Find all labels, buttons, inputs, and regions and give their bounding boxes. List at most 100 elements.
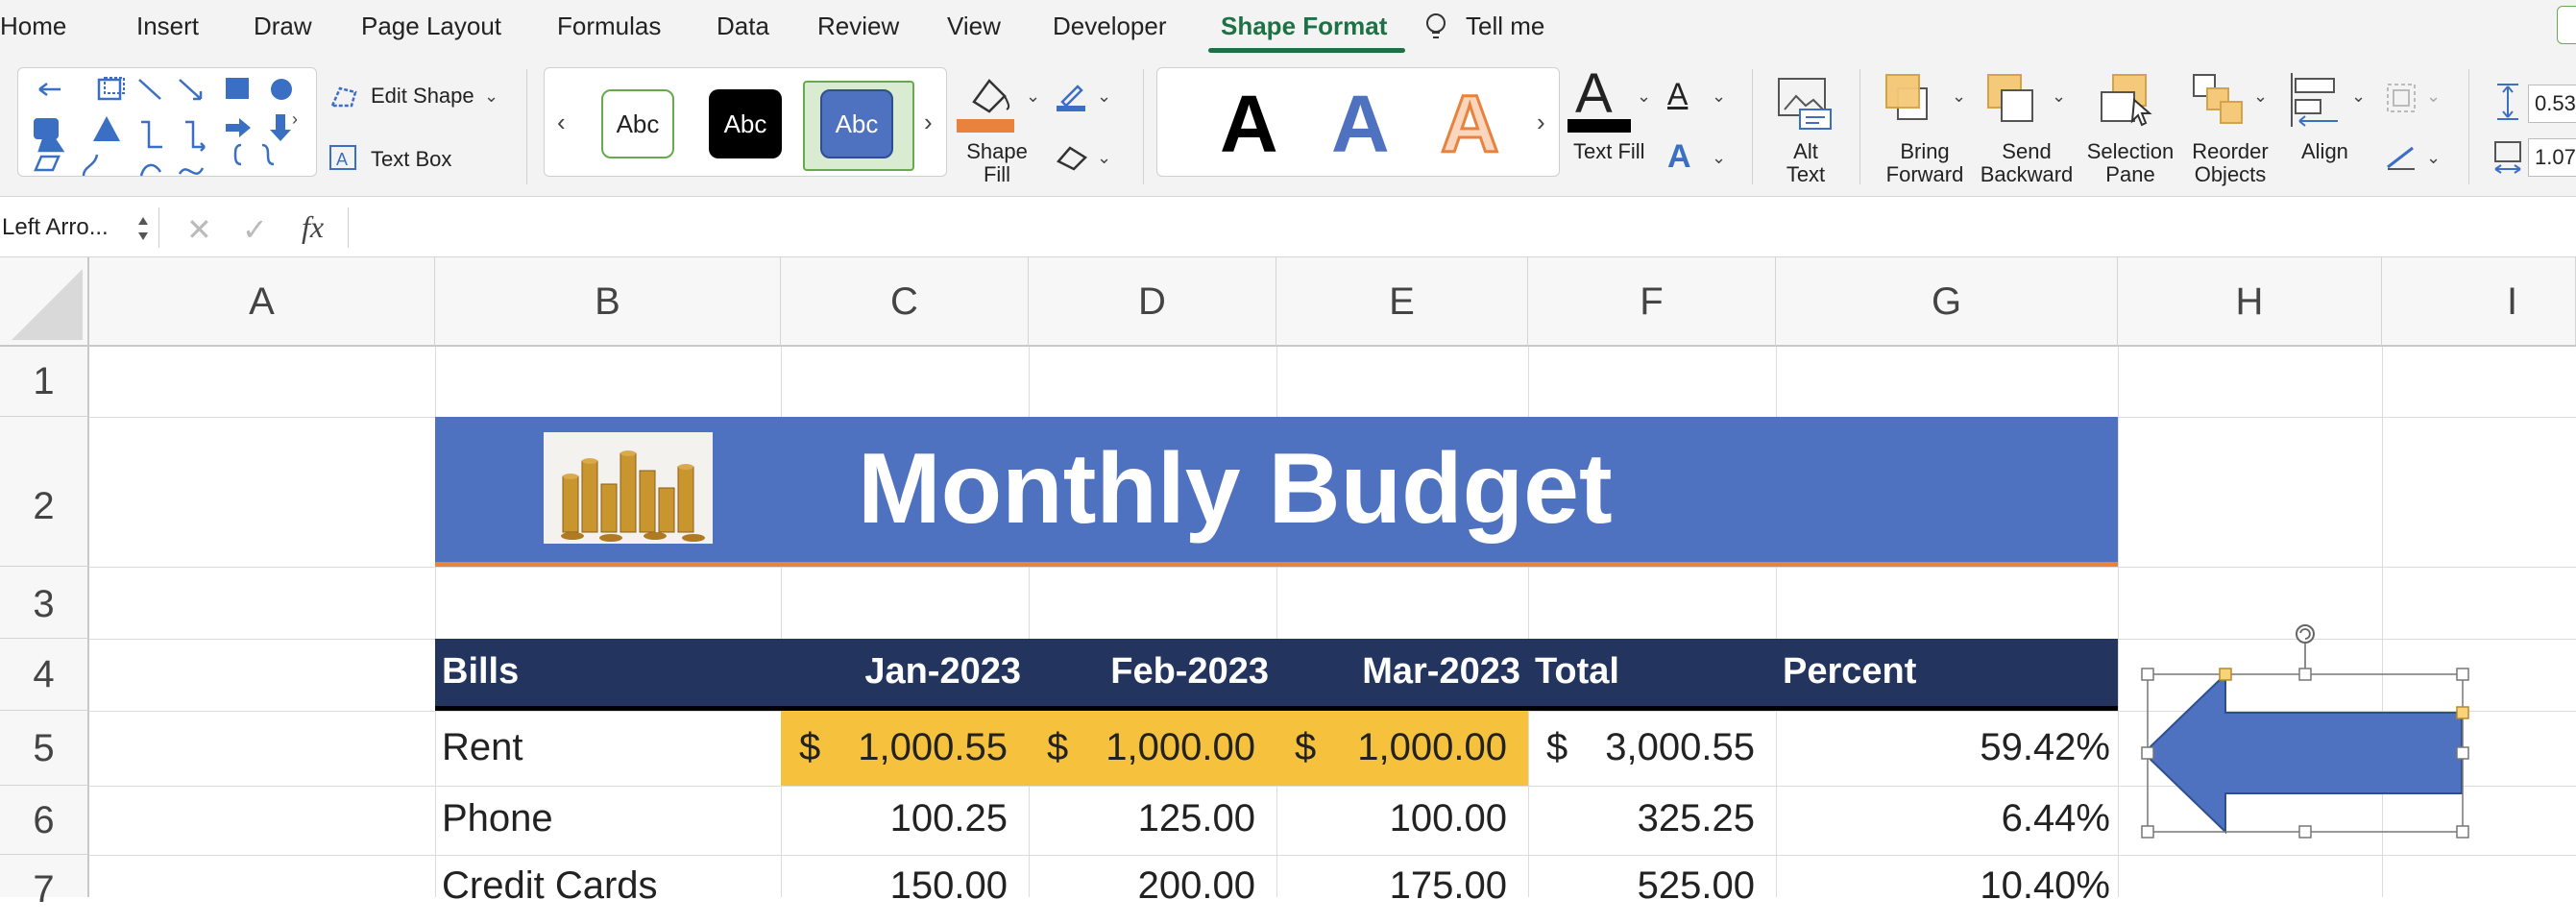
shape-fill-icon[interactable] (955, 67, 1022, 136)
reorder-objects-icon[interactable] (2192, 73, 2246, 127)
cell-phone-total[interactable]: 325.25 (1528, 797, 1755, 840)
cell-rent-jan[interactable]: 1,000.55 (781, 726, 1008, 769)
tab-view[interactable]: View (947, 12, 1001, 41)
wordart-sample-orange[interactable]: A (1440, 80, 1501, 169)
alt-text-icon[interactable] (1777, 77, 1833, 131)
header-feb[interactable]: Feb-2023 (1029, 651, 1269, 693)
cell-phone-percent[interactable]: 6.44% (1776, 797, 2110, 840)
group-objects-icon[interactable] (2384, 81, 2418, 115)
row-header-7[interactable]: 7 (0, 855, 89, 911)
column-header-c[interactable]: C (781, 257, 1029, 347)
column-header-e[interactable]: E (1276, 257, 1528, 347)
column-header-f[interactable]: F (1528, 257, 1776, 347)
send-backward-icon[interactable] (1986, 73, 2038, 125)
shape-outline-dropdown-icon[interactable]: ⌄ (1097, 86, 1111, 107)
cell-credit-mar[interactable]: 175.00 (1276, 864, 1507, 908)
align-dropdown-icon[interactable]: ⌄ (2351, 86, 2366, 107)
rotate-objects-icon[interactable] (2384, 140, 2418, 173)
wordart-more-arrow[interactable]: › (1537, 108, 1545, 137)
column-header-b[interactable]: B (435, 257, 781, 347)
row-header-6[interactable]: 6 (0, 786, 89, 855)
tab-review[interactable]: Review (817, 12, 899, 41)
send-backward-dropdown-icon[interactable]: ⌄ (2052, 86, 2066, 107)
header-jan[interactable]: Jan-2023 (781, 651, 1021, 693)
styles-less-arrow[interactable]: ‹ (557, 108, 566, 137)
text-effects-icon[interactable]: A (1667, 138, 1691, 176)
selection-pane-icon[interactable] (2100, 73, 2159, 131)
styles-more-arrow[interactable]: › (924, 108, 933, 137)
cell-phone-jan[interactable]: 100.25 (781, 797, 1008, 840)
text-effects-dropdown-icon[interactable]: ⌄ (1712, 148, 1726, 168)
share-button[interactable] (2557, 6, 2576, 44)
row-header-5[interactable]: 5 (0, 711, 89, 786)
tab-tell-me[interactable]: Tell me (1466, 12, 1544, 41)
style-sample-outline[interactable]: Abc (601, 89, 674, 158)
sheet-title[interactable]: Monthly Budget (858, 426, 1722, 551)
row-header-4[interactable]: 4 (0, 639, 89, 711)
cell-credit-total[interactable]: 525.00 (1528, 864, 1755, 908)
cell-credit-percent[interactable]: 10.40% (1776, 864, 2110, 908)
left-arrow-shape[interactable] (2132, 620, 2478, 849)
tab-page-layout[interactable]: Page Layout (361, 12, 501, 41)
tab-formulas[interactable]: Formulas (557, 12, 661, 41)
shape-width-input[interactable]: 1.07 (2528, 138, 2576, 177)
coins-picture[interactable] (544, 432, 713, 544)
cancel-icon[interactable]: ✕ (186, 211, 212, 248)
rotate-objects-dropdown-icon[interactable]: ⌄ (2426, 148, 2441, 168)
shape-height-input[interactable]: 0.53 (2528, 85, 2576, 123)
shape-outline-icon[interactable] (1055, 79, 1089, 113)
select-all-corner[interactable] (0, 257, 89, 347)
enter-icon[interactable]: ✓ (242, 211, 268, 248)
column-header-h[interactable]: H (2118, 257, 2382, 347)
cell-phone-feb[interactable]: 125.00 (1029, 797, 1255, 840)
header-total[interactable]: Total (1535, 651, 1619, 693)
cell-credit-jan[interactable]: 150.00 (781, 864, 1008, 908)
column-header-i[interactable]: I (2382, 257, 2576, 347)
cell-bill-credit-cards[interactable]: Credit Cards (442, 864, 658, 908)
column-header-d[interactable]: D (1029, 257, 1276, 347)
cell-rent-total[interactable]: 3,000.55 (1528, 726, 1755, 769)
column-header-g[interactable]: G (1776, 257, 2118, 347)
bring-forward-icon[interactable] (1884, 73, 1931, 123)
wordart-sample-black[interactable]: A (1220, 81, 1278, 167)
tab-developer[interactable]: Developer (1053, 12, 1167, 41)
cell-rent-percent[interactable]: 59.42% (1776, 726, 2110, 769)
shape-effects-dropdown-icon[interactable]: ⌄ (1097, 148, 1111, 168)
text-fill-dropdown-icon[interactable]: ⌄ (1637, 86, 1651, 107)
row-header-3[interactable]: 3 (0, 567, 89, 639)
shapes-more-arrow[interactable]: › (292, 109, 298, 130)
group-objects-dropdown-icon[interactable]: ⌄ (2426, 86, 2441, 107)
header-percent[interactable]: Percent (1783, 651, 1916, 693)
name-box-stepper-icon[interactable] (134, 211, 152, 246)
tab-insert[interactable]: Insert (136, 12, 199, 41)
tab-draw[interactable]: Draw (254, 12, 312, 41)
cell-rent-mar[interactable]: 1,000.00 (1276, 726, 1507, 769)
cell-rent-feb[interactable]: 1,000.00 (1029, 726, 1255, 769)
text-box-button[interactable]: Text Box (371, 148, 451, 171)
cell-bill-rent[interactable]: Rent (442, 726, 523, 769)
tab-home[interactable]: Home (0, 12, 66, 41)
formula-input[interactable] (355, 207, 2564, 248)
tab-shape-format[interactable]: Shape Format (1221, 12, 1387, 41)
header-bills[interactable]: Bills (442, 651, 519, 693)
reorder-objects-dropdown-icon[interactable]: ⌄ (2253, 86, 2268, 107)
shape-fill-dropdown-icon[interactable]: ⌄ (1026, 86, 1040, 107)
text-outline-icon[interactable]: A (1667, 77, 1688, 112)
row-header-1[interactable]: 1 (0, 347, 89, 417)
style-sample-blue[interactable]: Abc (820, 89, 893, 158)
cell-phone-mar[interactable]: 100.00 (1276, 797, 1507, 840)
align-icon[interactable] (2288, 71, 2342, 129)
shapes-gallery[interactable] (17, 67, 317, 177)
cell-credit-feb[interactable]: 200.00 (1029, 864, 1255, 908)
row-header-2[interactable]: 2 (0, 417, 89, 567)
edit-shape-button[interactable]: Edit Shape (371, 85, 474, 108)
column-header-a[interactable]: A (89, 257, 435, 347)
text-fill-icon[interactable]: A (1575, 63, 1613, 125)
style-sample-dark[interactable]: Abc (709, 89, 782, 158)
header-mar[interactable]: Mar-2023 (1276, 651, 1520, 693)
edit-shape-dropdown-icon[interactable]: ⌄ (484, 86, 498, 107)
wordart-sample-blue[interactable]: A (1331, 81, 1390, 167)
bring-forward-dropdown-icon[interactable]: ⌄ (1952, 86, 1966, 107)
tab-data[interactable]: Data (717, 12, 769, 41)
rotate-icon[interactable] (2296, 624, 2315, 644)
